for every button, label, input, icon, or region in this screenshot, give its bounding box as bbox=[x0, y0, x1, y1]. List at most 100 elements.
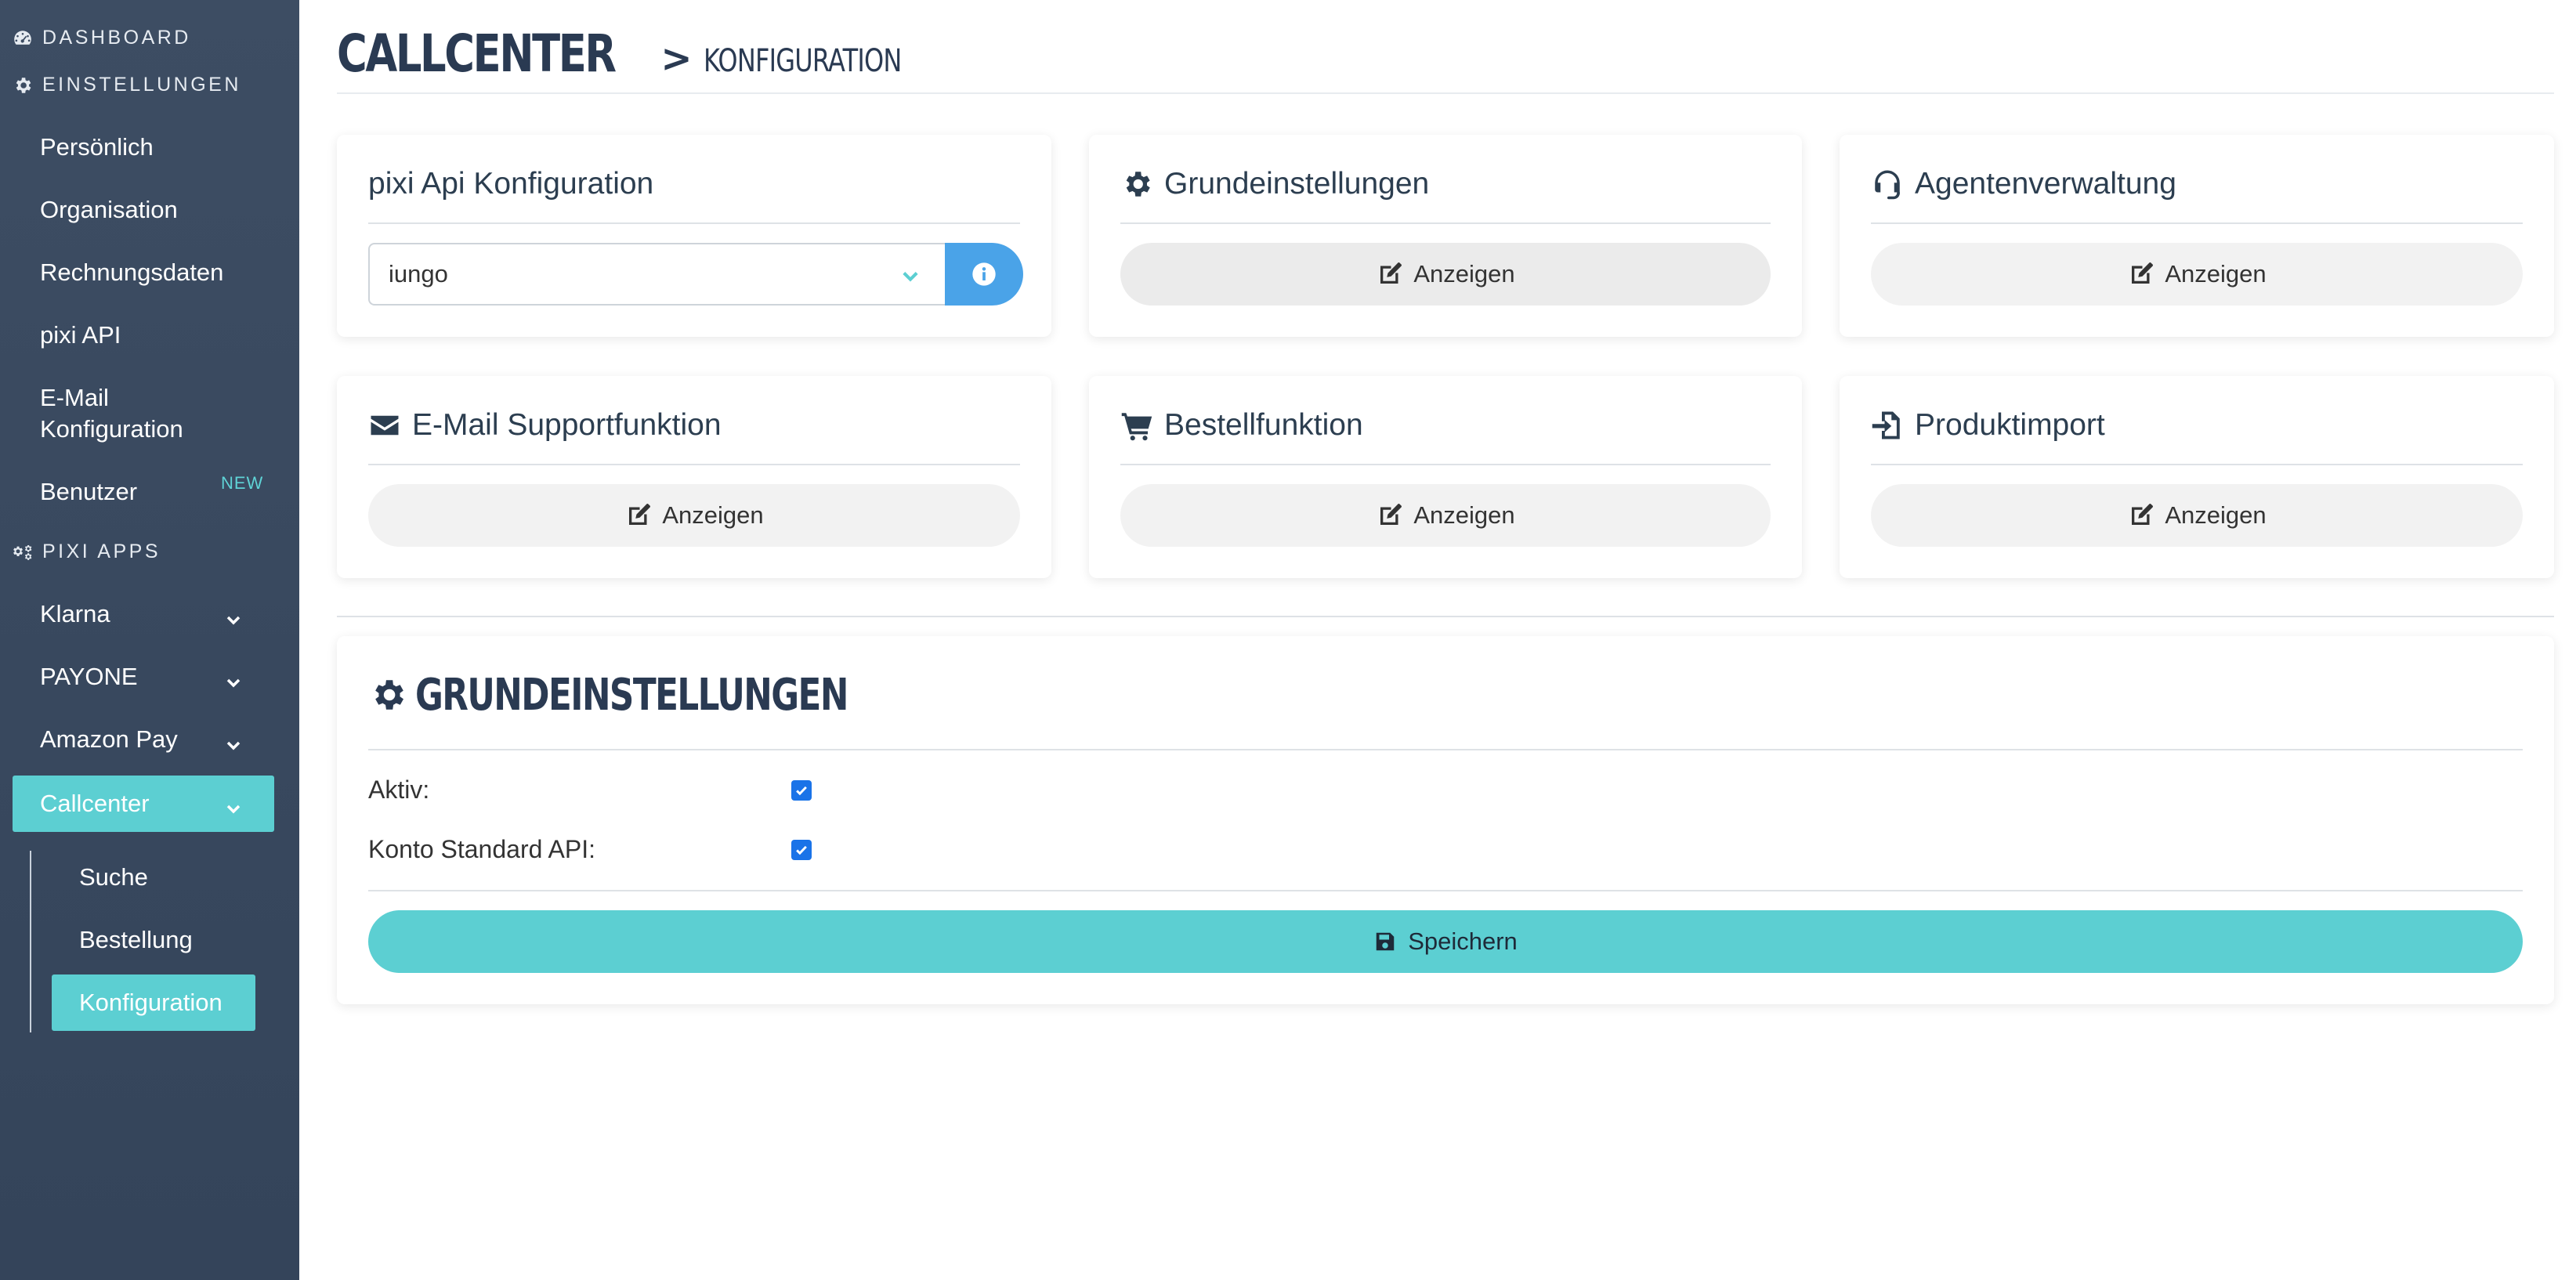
new-badge: NEW bbox=[221, 473, 264, 493]
card-title: Bestellfunktion bbox=[1120, 407, 1771, 443]
sidebar-subitem-label: Bestellung bbox=[79, 926, 193, 953]
card-title-text: Bestellfunktion bbox=[1164, 408, 1363, 442]
sidebar: Dashboard Einstellungen Persönlich Organ… bbox=[0, 0, 299, 1280]
envelope-icon bbox=[371, 415, 399, 436]
edit-icon bbox=[1380, 262, 1402, 284]
sidebar-item-label: Callcenter bbox=[40, 790, 150, 817]
panel-title: Grundeinstellungen bbox=[368, 667, 969, 722]
card-divider bbox=[1871, 222, 2523, 224]
page-title: Callcenter > Konfiguration bbox=[337, 24, 950, 84]
card-title: Grundeinstellungen bbox=[1120, 166, 1771, 202]
sidebar-item-email-konfiguration[interactable]: E-Mail Konfiguration bbox=[13, 382, 274, 445]
card-divider bbox=[1120, 464, 1771, 465]
show-email-supportfunktion-button[interactable]: Anzeigen bbox=[368, 484, 1020, 547]
save-button[interactable]: Speichern bbox=[368, 910, 2523, 973]
show-produktimport-button[interactable]: Anzeigen bbox=[1871, 484, 2523, 547]
show-grundeinstellungen-button[interactable]: Anzeigen bbox=[1120, 243, 1771, 306]
edit-icon bbox=[629, 504, 651, 525]
api-select-value: iungo bbox=[389, 260, 448, 287]
sidebar-item-payone[interactable]: PAYONE bbox=[13, 661, 274, 692]
breadcrumb-separator: > bbox=[660, 37, 693, 81]
form-row-konto-standard-api: Konto Standard API: bbox=[368, 833, 838, 865]
card-divider bbox=[1871, 464, 2523, 465]
gear-icon bbox=[1126, 172, 1150, 197]
card-title-text: pixi Api Konfiguration bbox=[368, 167, 654, 201]
page-title-sub: Konfiguration bbox=[703, 43, 902, 79]
konto-standard-api-checkbox[interactable] bbox=[791, 840, 812, 860]
chevron-down-icon bbox=[224, 731, 243, 750]
info-button[interactable] bbox=[945, 243, 1023, 306]
gear-icon bbox=[375, 680, 403, 710]
card-title-text: Agentenverwaltung bbox=[1915, 167, 2176, 201]
card-title: E-Mail Supportfunktion bbox=[368, 407, 1020, 443]
sidebar-subitem-label: Konfiguration bbox=[79, 989, 223, 1016]
chevron-down-icon bbox=[899, 265, 921, 287]
edit-icon bbox=[1380, 504, 1402, 525]
section-divider bbox=[337, 616, 2554, 617]
sidebar-section-label: pixi Apps bbox=[42, 541, 161, 562]
sidebar-item-pixi-api[interactable]: pixi API bbox=[13, 320, 274, 351]
sidebar-section-dashboard[interactable]: Dashboard bbox=[13, 27, 191, 49]
sidebar-section-label: Dashboard bbox=[42, 27, 191, 49]
headset-icon bbox=[1875, 170, 1900, 200]
info-icon bbox=[972, 262, 996, 286]
sidebar-item-amazon-pay[interactable]: Amazon Pay bbox=[13, 724, 274, 755]
button-label: Anzeigen bbox=[1413, 260, 1515, 287]
button-label: Anzeigen bbox=[662, 501, 764, 529]
sidebar-subitem-bestellung[interactable]: Bestellung bbox=[52, 924, 255, 956]
submenu-guide-line bbox=[30, 851, 31, 1032]
gear-icon bbox=[16, 77, 31, 93]
sidebar-item-label: pixi API bbox=[40, 321, 121, 349]
check-icon bbox=[796, 845, 807, 855]
chevron-down-icon bbox=[224, 794, 243, 814]
sidebar-subitem-konfiguration[interactable]: Konfiguration bbox=[52, 974, 255, 1031]
card-divider bbox=[368, 222, 1020, 224]
card-title-text: Grundeinstellungen bbox=[1164, 167, 1430, 201]
card-title: Produktimport bbox=[1871, 407, 2523, 443]
shopping-cart-icon bbox=[1121, 413, 1152, 441]
sidebar-item-persoenlich[interactable]: Persönlich bbox=[13, 132, 274, 163]
sidebar-item-label: PAYONE bbox=[40, 663, 138, 690]
sidebar-section-label: Einstellungen bbox=[42, 74, 241, 96]
sidebar-item-label: Rechnungsdaten bbox=[40, 259, 224, 286]
title-divider bbox=[337, 92, 2554, 94]
card-produktimport: Produktimport Anzeigen bbox=[1840, 376, 2554, 578]
sidebar-item-callcenter[interactable]: Callcenter bbox=[13, 776, 274, 832]
file-import-icon bbox=[1872, 411, 1900, 439]
card-title-text: Produktimport bbox=[1915, 408, 2105, 442]
sidebar-subitem-suche[interactable]: Suche bbox=[52, 862, 255, 893]
sidebar-item-organisation[interactable]: Organisation bbox=[13, 194, 274, 226]
card-agentenverwaltung: Agentenverwaltung Anzeigen bbox=[1840, 135, 2554, 337]
card-divider bbox=[368, 464, 1020, 465]
card-title-text: E-Mail Supportfunktion bbox=[412, 408, 722, 442]
save-button-label: Speichern bbox=[1408, 927, 1518, 955]
button-label: Anzeigen bbox=[2165, 501, 2267, 529]
card-grundeinstellungen: Grundeinstellungen Anzeigen bbox=[1089, 135, 1802, 337]
card-title: Agentenverwaltung bbox=[1871, 166, 2523, 202]
chevron-down-icon bbox=[224, 668, 243, 688]
card-title: pixi Api Konfiguration bbox=[368, 166, 1020, 202]
sidebar-section-pixi-apps[interactable]: pixi Apps bbox=[13, 541, 161, 563]
gears-icon bbox=[13, 544, 32, 560]
show-agentenverwaltung-button[interactable]: Anzeigen bbox=[1871, 243, 2523, 306]
api-select[interactable]: iungo bbox=[368, 243, 945, 306]
sidebar-subitem-label: Suche bbox=[79, 863, 148, 891]
show-bestellfunktion-button[interactable]: Anzeigen bbox=[1120, 484, 1771, 547]
sidebar-item-rechnungsdaten[interactable]: Rechnungsdaten bbox=[13, 257, 274, 288]
sidebar-item-label: Benutzer bbox=[40, 478, 138, 505]
konto-standard-api-label: Konto Standard API: bbox=[368, 834, 595, 863]
form-divider bbox=[368, 890, 2523, 891]
edit-icon bbox=[2132, 262, 2154, 284]
sidebar-item-label: E-Mail bbox=[40, 384, 109, 411]
aktiv-checkbox[interactable] bbox=[791, 780, 812, 801]
sidebar-item-label: Konfiguration bbox=[40, 415, 183, 443]
sidebar-item-klarna[interactable]: Klarna bbox=[13, 598, 274, 630]
sidebar-item-label: Persönlich bbox=[40, 133, 154, 161]
chevron-down-icon bbox=[224, 606, 243, 625]
panel-title-text: Grundeinstellungen bbox=[415, 669, 848, 721]
check-icon bbox=[796, 786, 807, 796]
page-title-main: Callcenter bbox=[337, 24, 617, 84]
sidebar-item-label: Klarna bbox=[40, 600, 110, 627]
sidebar-section-einstellungen[interactable]: Einstellungen bbox=[13, 74, 241, 96]
card-divider bbox=[1120, 222, 1771, 224]
